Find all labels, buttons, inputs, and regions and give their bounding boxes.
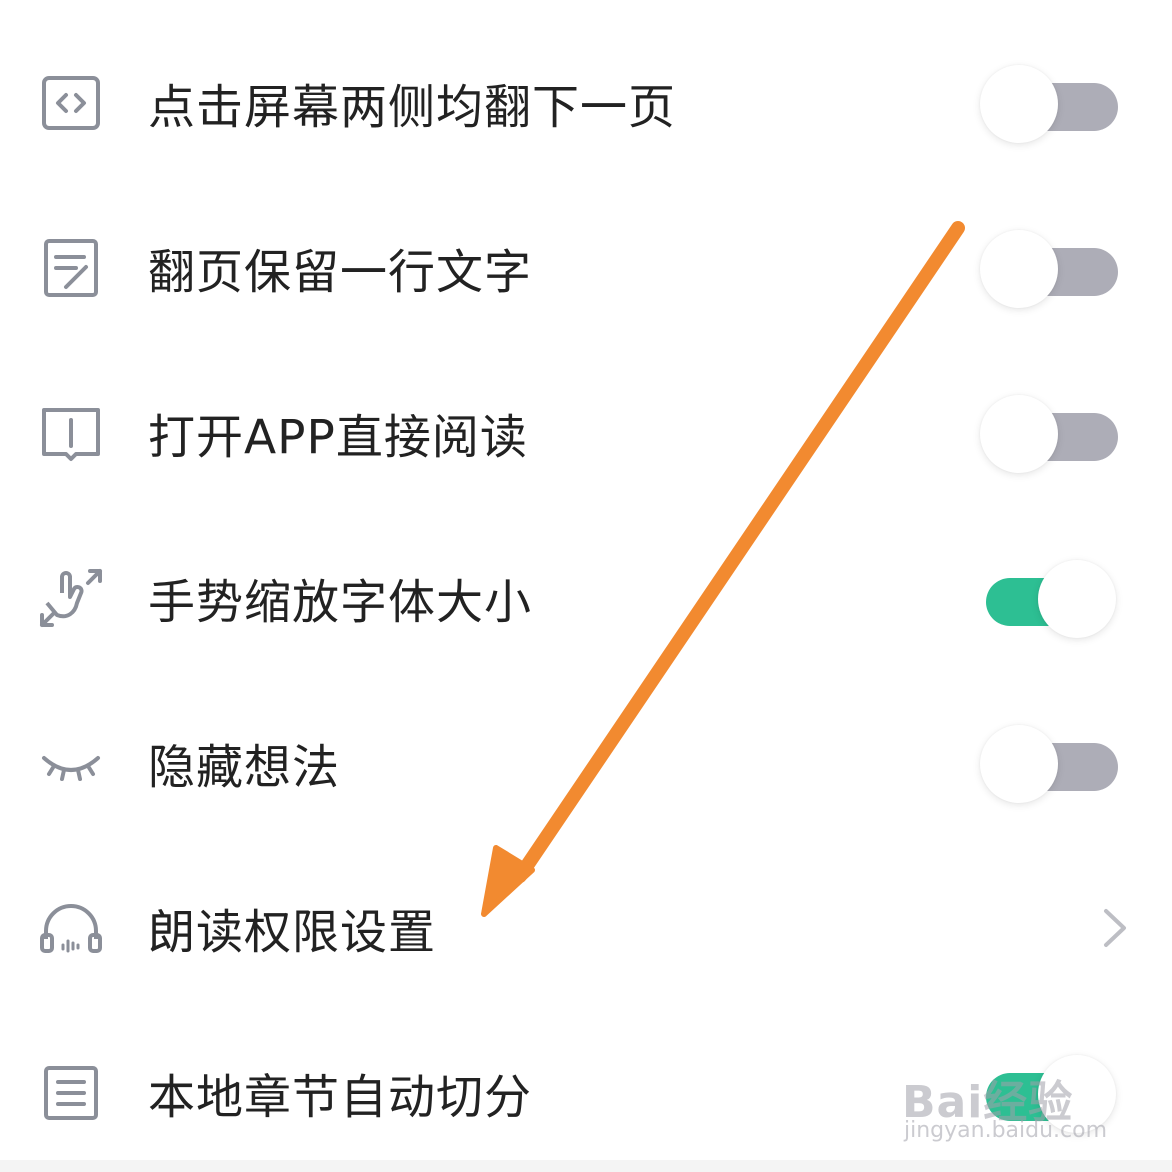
baidu-jingyan-watermark: Bai经验 jingyan.baidu.com	[898, 1044, 1118, 1154]
headphones-icon	[36, 893, 106, 963]
toggle-knob	[980, 230, 1058, 308]
setting-label: 手势缩放字体大小	[148, 575, 532, 631]
closed-eye-icon	[36, 728, 106, 798]
bottom-bar	[0, 1160, 1172, 1172]
edit-note-icon	[36, 233, 106, 303]
open-app-read-toggle[interactable]	[980, 391, 1120, 475]
setting-label: 隐藏想法	[148, 740, 340, 796]
gesture-zoom-toggle[interactable]	[980, 556, 1120, 640]
watermark-url: jingyan.baidu.com	[904, 1118, 1108, 1143]
setting-label: 朗读权限设置	[148, 905, 436, 961]
setting-label: 打开APP直接阅读	[148, 410, 528, 466]
toggle-knob	[980, 725, 1058, 803]
setting-label: 点击屏幕两侧均翻下一页	[148, 80, 676, 136]
gesture-zoom-icon	[36, 563, 106, 633]
toggle-knob	[1038, 560, 1116, 638]
open-book-icon	[36, 398, 106, 468]
setting-row-gesture-zoom[interactable]: 手势缩放字体大小	[0, 523, 1172, 673]
setting-row-hide-thoughts[interactable]: 隐藏想法	[0, 688, 1172, 838]
list-document-icon	[36, 1058, 106, 1128]
chevron-right-icon	[1104, 909, 1126, 947]
setting-label: 翻页保留一行文字	[148, 245, 532, 301]
page-turn-both-sides-toggle[interactable]	[980, 61, 1120, 145]
code-brackets-icon	[36, 68, 106, 138]
toggle-knob	[980, 65, 1058, 143]
hide-thoughts-toggle[interactable]	[980, 721, 1120, 805]
toggle-knob	[980, 395, 1058, 473]
setting-row-open-app-read[interactable]: 打开APP直接阅读	[0, 358, 1172, 508]
keep-one-line-toggle[interactable]	[980, 226, 1120, 310]
setting-row-page-turn-both-sides[interactable]: 点击屏幕两侧均翻下一页	[0, 28, 1172, 178]
setting-label: 本地章节自动切分	[148, 1070, 532, 1126]
setting-row-read-aloud-permissions[interactable]: 朗读权限设置	[0, 853, 1172, 1003]
setting-row-keep-one-line[interactable]: 翻页保留一行文字	[0, 193, 1172, 343]
